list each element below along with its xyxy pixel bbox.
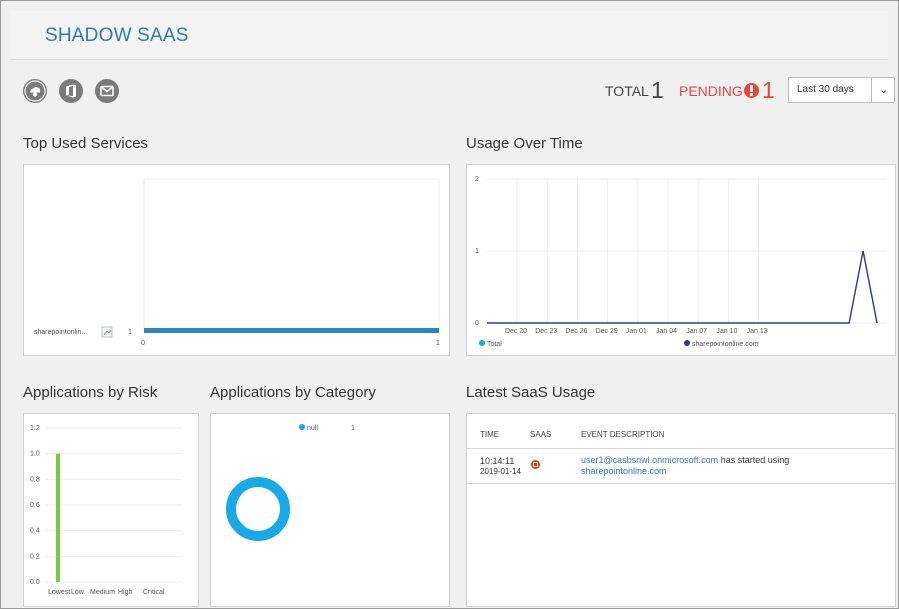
column-header-time: TIME [480, 430, 500, 439]
row-time: 10:14:11 [480, 456, 515, 466]
usage-series-line [487, 250, 878, 324]
office-icon[interactable] [59, 79, 83, 103]
risk-bar-lowest [56, 453, 60, 582]
risk-ytick-5: 1.0 [30, 451, 40, 458]
top-used-category-label: sharepointonlin... [34, 329, 87, 336]
risk-ytick-1: 0.2 [30, 553, 40, 560]
category-legend-value: 1 [351, 425, 355, 432]
row-date: 2019-01-14 [480, 467, 521, 476]
event-action: has started using [718, 455, 790, 465]
top-used-bar-0 [144, 328, 439, 333]
top-used-tick-0: 0 [141, 340, 145, 347]
column-header-saas: SAAS [530, 430, 552, 439]
usage-xtick-5: Jan 04 [656, 328, 677, 335]
page-title: SHADOW SAAS [45, 25, 189, 46]
category-panel: null 1 [210, 413, 450, 607]
office-app-icon [531, 460, 540, 469]
usage-ytick-0: 0 [475, 320, 479, 327]
legend-series-label: sharepointonline.com [692, 341, 759, 348]
pending-value: 1 [762, 77, 775, 103]
risk-ytick-3: 0.6 [30, 502, 40, 509]
user-link[interactable]: user1@casbsnwl.onmicrosoft.com [581, 455, 718, 465]
category-legend-label: null [307, 425, 318, 432]
category-chart: null 1 [226, 424, 355, 541]
usage-chart: 0 1 2 Dec 20 Dec 23 Dec 26 Dec 29 Jan 01 Jan 04… [475, 176, 887, 348]
risk-panel: 0.0 0.2 0.4 0.6 0.8 1.0 1.2 Lowest Low Medium Hig… [23, 413, 199, 607]
legend-total-label: Total [487, 341, 502, 348]
category-title: Applications by Category [210, 384, 376, 401]
category-donut-slice-null [226, 477, 290, 541]
risk-chart: 0.0 0.2 0.4 0.6 0.8 1.0 1.2 Lowest Low Medium Hig… [30, 425, 182, 596]
usage-xtick-7: Jan 10 [716, 328, 737, 335]
top-used-chart: sharepointonlin... 1 0 1 [34, 178, 440, 347]
usage-ytick-1: 1 [475, 248, 479, 255]
event-description: user1@casbsnwl.onmicrosoft.com has start… [581, 455, 881, 477]
risk-xtick-low: Low [71, 589, 85, 596]
usage-title: Usage Over Time [466, 135, 583, 152]
risk-title: Applications by Risk [23, 384, 158, 401]
mail-icon[interactable] [95, 79, 119, 103]
usage-panel: 0 1 2 Dec 20 Dec 23 Dec 26 Dec 29 Jan 01 Jan 04… [466, 164, 896, 356]
broken-image-icon [101, 326, 113, 338]
usage-xtick-1: Dec 23 [535, 328, 557, 335]
legend-series-dot [684, 340, 690, 346]
top-used-plot-area [143, 178, 440, 330]
usage-xtick-4: Jan 01 [626, 328, 647, 335]
total-label: TOTAL [605, 83, 649, 99]
risk-xtick-medium: Medium [90, 589, 115, 596]
top-used-panel: sharepointonlin... 1 0 1 [23, 164, 450, 356]
total-value: 1 [651, 77, 664, 103]
dashboard-frame: SHADOW SAAS TOTAL 1 PENDING 1 Last 30 da… [0, 0, 899, 609]
latest-title: Latest SaaS Usage [466, 384, 596, 401]
alert-icon [744, 83, 759, 98]
top-used-title: Top Used Services [23, 135, 149, 152]
legend-total-dot [479, 340, 485, 346]
usage-xtick-6: Jan 07 [686, 328, 707, 335]
pending-label: PENDING [679, 83, 743, 99]
risk-ytick-2: 0.4 [30, 528, 40, 535]
top-used-tick-1: 1 [436, 340, 440, 347]
risk-ytick-0: 0.0 [30, 579, 40, 586]
risk-xtick-high: High [118, 589, 133, 596]
date-range-select[interactable]: Last 30 days ⌄ [788, 77, 895, 103]
category-legend-dot [299, 424, 305, 430]
risk-ytick-6: 1.2 [30, 425, 40, 432]
column-header-description: EVENT DESCRIPTION [581, 430, 665, 439]
latest-usage-panel: TIME SAAS EVENT DESCRIPTION 10:14:11 201… [466, 413, 896, 607]
usage-xtick-0: Dec 20 [505, 328, 527, 335]
service-link[interactable]: sharepointonline.com [581, 466, 667, 476]
usage-xtick-2: Dec 26 [565, 328, 587, 335]
table-row[interactable]: 10:14:11 2019-01-14 user1@casbsnwl.onmic… [467, 449, 895, 484]
chevron-down-icon: ⌄ [879, 84, 889, 96]
date-range-value: Last 30 days [797, 84, 854, 95]
page-header: SHADOW SAAS [11, 11, 888, 60]
usage-ytick-2: 2 [475, 176, 479, 183]
usage-xtick-8: Jan 13 [747, 328, 768, 335]
cloud-user-icon[interactable] [23, 79, 47, 103]
risk-ytick-4: 0.8 [30, 476, 40, 483]
usage-xtick-3: Dec 29 [596, 328, 618, 335]
risk-xtick-critical: Critical [143, 589, 165, 596]
top-used-value-label: 1 [128, 329, 132, 336]
risk-xtick-lowest: Lowest [48, 589, 70, 596]
